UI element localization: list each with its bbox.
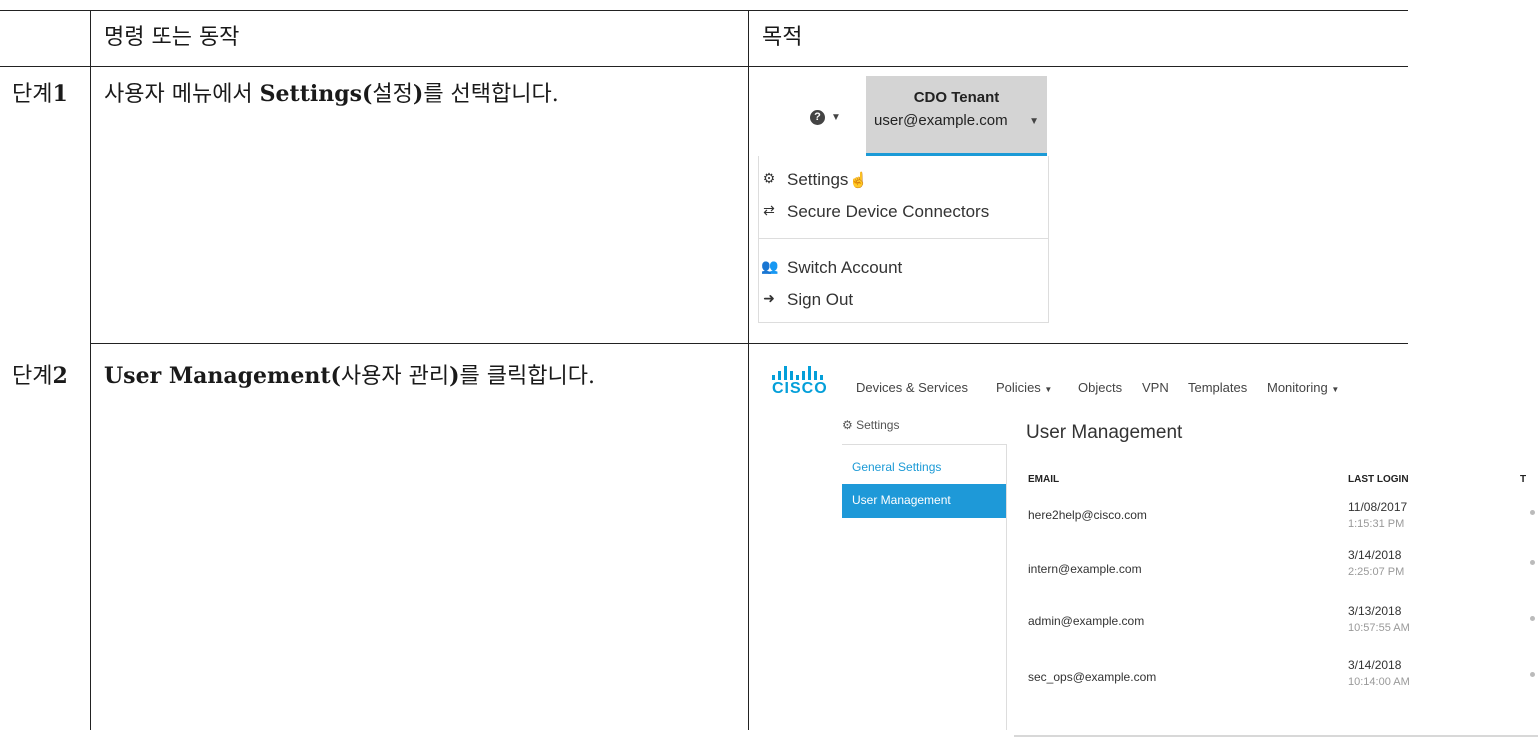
gear-icon: ⚙ (762, 170, 776, 186)
col-divider-1 (90, 10, 91, 730)
status-dot (1530, 672, 1535, 677)
tenant-user: user@example.com (874, 112, 1008, 129)
action-text: 사용자 메뉴에서 (104, 82, 260, 107)
chevron-down-icon: ▼ (1029, 116, 1039, 127)
chevron-down-icon: ▼ (1331, 385, 1340, 394)
user-email: here2help@cisco.com (1028, 508, 1147, 522)
column-header-truncated: T (1520, 474, 1527, 485)
menu-item-switch-account[interactable]: 👥 Switch Account (761, 258, 903, 278)
action-text-end: 를 선택합니다. (423, 82, 559, 107)
header-action: 명령 또는 동작 (104, 25, 240, 50)
menu-divider (759, 238, 1048, 239)
header-rule (0, 66, 1408, 67)
user-management-screenshot: CISCO Devices & Services Policies ▼ Obje… (760, 356, 1538, 737)
last-login-time: 2:25:07 PM (1348, 566, 1405, 578)
step-number: 1 (52, 81, 68, 107)
step-2-action: User Management(사용자 관리)를 클릭합니다. (104, 362, 595, 391)
step-number: 2 (52, 363, 68, 389)
sidebar-divider (842, 444, 1006, 445)
last-login-time: 10:57:55 AM (1348, 622, 1410, 634)
header-purpose: 목적 (762, 25, 803, 50)
cisco-logo: CISCO (768, 366, 827, 400)
last-login-time: 1:15:31 PM (1348, 518, 1405, 530)
sidebar-item-user-management[interactable]: User Management (842, 484, 1006, 518)
nav-objects[interactable]: Objects (1078, 380, 1122, 395)
chevron-down-icon: ▼ (831, 111, 841, 123)
hand-cursor-icon: ☝ (849, 172, 868, 189)
action-translation: 설정 (372, 82, 413, 107)
tenant-name: CDO Tenant (913, 89, 1000, 106)
cisco-wordmark: CISCO (772, 380, 828, 397)
sidebar-header: ⚙ Settings (842, 418, 899, 432)
users-icon: 👥 (761, 258, 779, 274)
action-text-end: 를 클릭합니다. (459, 364, 595, 389)
sidebar-header-label: Settings (856, 418, 900, 432)
step-2-label: 단계2 (12, 362, 68, 391)
user-email: intern@example.com (1028, 562, 1142, 576)
nav-label: Monitoring (1267, 380, 1328, 395)
nav-vpn[interactable]: VPN (1142, 380, 1169, 395)
user-email: sec_ops@example.com (1028, 670, 1157, 684)
gear-icon: ⚙ (842, 418, 853, 432)
status-dot (1530, 616, 1535, 621)
page-title: User Management (1026, 422, 1183, 443)
sidebar-item-label: User Management (852, 493, 951, 507)
col-divider-2 (748, 10, 749, 730)
sidebar-border (1006, 444, 1007, 730)
row1-rule (90, 343, 1408, 344)
table-top-rule (0, 10, 1408, 11)
nav-policies[interactable]: Policies ▼ (996, 380, 1052, 395)
step-prefix: 단계 (12, 82, 53, 107)
column-header-email: EMAIL (1028, 474, 1060, 485)
action-keyword-close: ) (412, 81, 424, 107)
nav-templates[interactable]: Templates (1188, 380, 1247, 395)
nav-devices-services[interactable]: Devices & Services (856, 380, 968, 395)
sidebar-item-general-settings[interactable]: General Settings (852, 460, 941, 474)
last-login-date: 3/14/2018 (1348, 658, 1402, 672)
column-header-last-login: LAST LOGIN (1348, 474, 1409, 485)
last-login-time: 10:14:00 AM (1348, 676, 1410, 688)
menu-item-label: Sign Out (787, 290, 854, 309)
cisco-logo-bars (768, 366, 824, 380)
arrows-exchange-icon: ⇄ (763, 202, 775, 218)
chevron-down-icon: ▼ (1044, 385, 1053, 394)
last-login-date: 11/08/2017 (1348, 500, 1408, 514)
user-email: admin@example.com (1028, 614, 1145, 628)
nav-monitoring[interactable]: Monitoring ▼ (1267, 380, 1339, 395)
menu-item-settings[interactable]: ⚙ Settings ☝ (763, 170, 868, 190)
step-prefix: 단계 (12, 364, 53, 389)
menu-item-secure-device-connectors[interactable]: ⇄ Secure Device Connectors (763, 202, 990, 222)
menu-item-sign-out[interactable]: ➜ Sign Out (763, 290, 854, 310)
action-keyword: Settings( (259, 81, 373, 107)
help-menu[interactable]: ? ▼ (810, 108, 841, 125)
action-translation: 사용자 관리 (340, 364, 450, 389)
nav-label: Policies (996, 380, 1041, 395)
step-1-action: 사용자 메뉴에서 Settings(설정)를 선택합니다. (104, 80, 559, 109)
menu-item-label: Switch Account (787, 258, 903, 277)
user-dropdown-menu: ⚙ Settings ☝ ⇄ Secure Device Connectors … (758, 156, 1049, 323)
last-login-date: 3/13/2018 (1348, 604, 1402, 618)
user-menu-screenshot: ? ▼ CDO Tenant user@example.com ▼ ⚙ Setti… (750, 68, 1070, 324)
last-login-date: 3/14/2018 (1348, 548, 1402, 562)
help-icon: ? (810, 109, 825, 125)
users-table-card (1014, 452, 1538, 737)
menu-item-label: Settings (787, 170, 849, 189)
status-dot (1530, 510, 1535, 515)
sign-out-icon: ➜ (763, 290, 775, 306)
status-dot (1530, 560, 1535, 565)
step-1-label: 단계1 (12, 80, 68, 109)
menu-item-label: Secure Device Connectors (787, 202, 990, 221)
action-keyword-close: ) (449, 363, 460, 389)
tenant-switcher[interactable]: CDO Tenant user@example.com ▼ (866, 76, 1047, 156)
action-keyword: User Management( (104, 363, 341, 389)
